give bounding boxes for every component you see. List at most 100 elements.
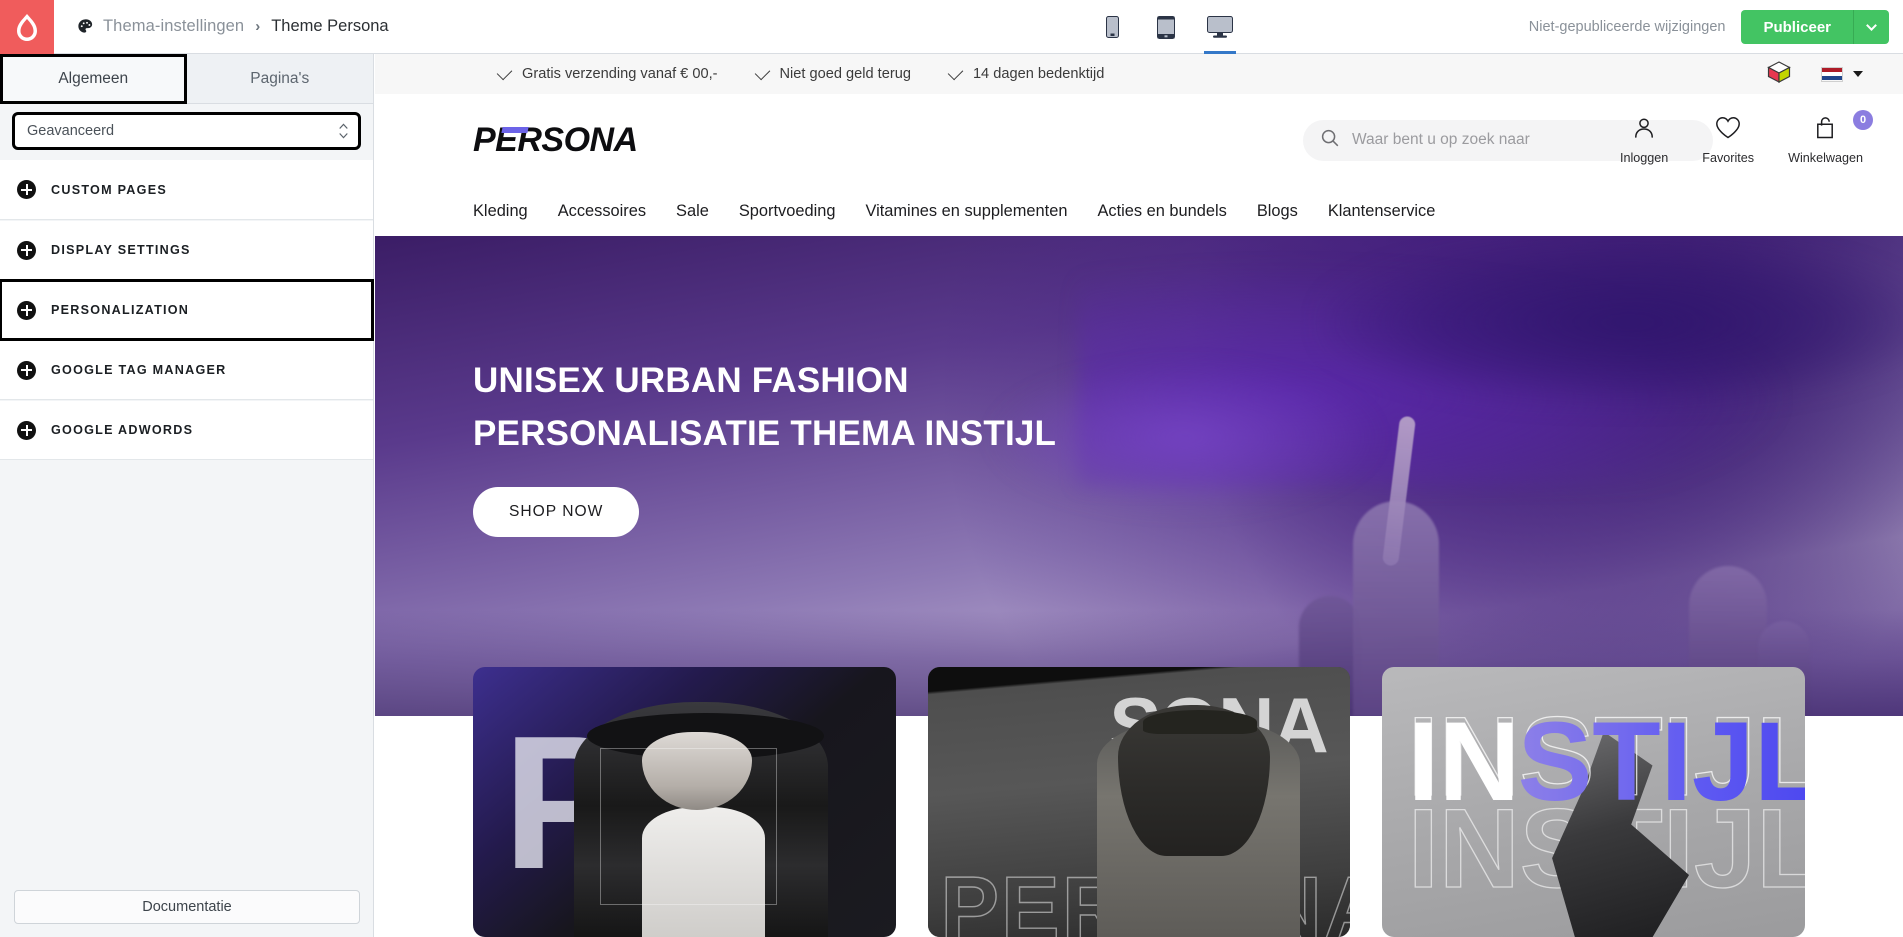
sidebar-section-label: PERSONALIZATION xyxy=(51,303,190,317)
device-tablet-button[interactable] xyxy=(1149,0,1183,54)
plus-circle-icon xyxy=(17,420,36,440)
feature-card-instijl[interactable]: INSTIJL INSTIJL IN STIJL xyxy=(1382,667,1806,937)
netherlands-flag-icon xyxy=(1821,66,1843,82)
account-icons: Inloggen Favorites 0 Winkelwagen xyxy=(1620,109,1873,165)
sidebar-tabs: Algemeen Pagina's xyxy=(0,54,373,104)
publish-dropdown-button[interactable] xyxy=(1853,10,1889,44)
cart-count-badge: 0 xyxy=(1853,109,1873,130)
theme-settings-sidebar: Algemeen Pagina's Geavanceerd CUSTOM PAG… xyxy=(0,54,374,937)
nav-item-acties-en-bundels[interactable]: Acties en bundels xyxy=(1097,202,1226,221)
device-desktop-button[interactable] xyxy=(1203,0,1237,54)
stepper-icon xyxy=(339,123,348,139)
tab-algemeen[interactable]: Algemeen xyxy=(0,54,187,104)
settings-scope-select[interactable]: Geavanceerd xyxy=(12,112,361,150)
store-logo-text: PERSONA xyxy=(473,120,638,159)
settings-scope-value: Geavanceerd xyxy=(27,123,115,139)
language-selector[interactable] xyxy=(1821,66,1863,82)
card-line-art-decoration xyxy=(599,748,778,905)
main-navigation: Kleding Accessoires Sale Sportvoeding Vi… xyxy=(375,186,1903,236)
check-icon xyxy=(496,64,513,81)
card-overlay-text-in: IN xyxy=(1407,699,1520,825)
lightspeed-flame-icon[interactable] xyxy=(0,0,54,54)
smoke-plume-decoration xyxy=(1322,240,1903,404)
cart-link[interactable]: 0 Winkelwagen xyxy=(1788,109,1873,165)
check-icon xyxy=(754,64,770,81)
hero-heading-line1: UNISEX URBAN FASHION xyxy=(473,361,909,400)
usp-item: Niet goed geld terug xyxy=(754,64,911,82)
shop-now-button[interactable]: SHOP NOW xyxy=(473,487,640,538)
user-icon xyxy=(1632,116,1656,145)
sidebar-section-google-tag-manager[interactable]: GOOGLE TAG MANAGER xyxy=(0,340,373,400)
sidebar-section-custom-pages[interactable]: CUSTOM PAGES xyxy=(0,160,373,220)
sidebar-section-label: CUSTOM PAGES xyxy=(51,182,167,197)
nav-item-klantenservice[interactable]: Klantenservice xyxy=(1328,202,1436,221)
palette-icon xyxy=(76,18,94,36)
plus-circle-icon xyxy=(17,300,36,320)
hero-copy: UNISEX URBAN FASHION PERSONALISATIE THEM… xyxy=(473,354,1056,538)
hero-banner: UNISEX URBAN FASHION PERSONALISATIE THEM… xyxy=(375,236,1903,716)
usp-label: 14 dagen bedenktijd xyxy=(972,66,1105,82)
breadcrumb-separator: › xyxy=(255,18,261,35)
model-cap xyxy=(1143,710,1258,735)
tab-paginas[interactable]: Pagina's xyxy=(186,54,373,104)
nav-item-blogs[interactable]: Blogs xyxy=(1257,202,1298,221)
usp-item: 14 dagen bedenktijd xyxy=(947,64,1105,82)
usp-bar-right xyxy=(1767,60,1863,88)
search-icon xyxy=(1321,129,1339,152)
publish-button-group: Publiceer xyxy=(1741,10,1889,44)
card-overlay-text-stijl: STIJL xyxy=(1518,706,1805,818)
favorites-link[interactable]: Favorites xyxy=(1702,116,1754,165)
documentation-wrapper: Documentatie xyxy=(0,890,374,924)
usp-label: Niet goed geld terug xyxy=(779,66,911,82)
usp-list: Gratis verzending vanaf € 00,- Niet goed… xyxy=(496,64,1105,82)
nav-item-sale[interactable]: Sale xyxy=(676,202,709,221)
breadcrumb: Thema-instellingen › Theme Persona xyxy=(54,17,389,36)
app-top-bar: Thema-instellingen › Theme Persona Niet-… xyxy=(0,0,1903,54)
sidebar-section-personalization[interactable]: PERSONALIZATION xyxy=(0,279,374,341)
chevron-down-icon xyxy=(1866,23,1877,31)
hero-heading: UNISEX URBAN FASHION PERSONALISATIE THEM… xyxy=(473,354,1056,460)
plus-circle-icon xyxy=(17,360,36,380)
feature-card-hat-model[interactable]: P xyxy=(473,667,896,937)
documentation-button[interactable]: Documentatie xyxy=(14,890,360,924)
cart-label: Winkelwagen xyxy=(1788,150,1863,165)
settings-scope-select-wrapper: Geavanceerd xyxy=(0,104,373,160)
sidebar-section-label: DISPLAY SETTINGS xyxy=(51,243,191,257)
login-link[interactable]: Inloggen xyxy=(1620,116,1668,165)
plus-circle-icon xyxy=(17,240,36,260)
settings-sections-list: CUSTOM PAGES DISPLAY SETTINGS PERSONALIZ… xyxy=(0,160,374,460)
feature-card-persona-wall[interactable]: SONA PERSONA xyxy=(927,667,1351,937)
device-preview-switcher xyxy=(1095,0,1237,54)
usp-bar: Gratis verzending vanaf € 00,- Niet goed… xyxy=(375,54,1903,94)
plus-circle-icon xyxy=(17,180,36,199)
login-label: Inloggen xyxy=(1619,150,1669,165)
topbar-actions: Niet-gepubliceerde wijzigingen Publiceer xyxy=(1529,0,1889,54)
feature-card-row: P SONA PERSONA INSTIJL INSTIJL IN STIJL xyxy=(375,667,1903,937)
heart-icon xyxy=(1715,116,1741,145)
nav-item-kleding[interactable]: Kleding xyxy=(473,202,528,221)
sidebar-section-label: GOOGLE TAG MANAGER xyxy=(51,363,227,377)
store-header: PERSONA Inloggen xyxy=(375,94,1903,186)
sidebar-section-display-settings[interactable]: DISPLAY SETTINGS xyxy=(0,220,373,280)
colored-box-icon[interactable] xyxy=(1767,60,1791,88)
breadcrumb-current: Theme Persona xyxy=(271,17,389,35)
hero-heading-line2: PERSONALISATIE THEMA INSTIJL xyxy=(473,414,1057,454)
unpublished-changes-label: Niet-gepubliceerde wijzigingen xyxy=(1528,19,1726,35)
favorites-label: Favorites xyxy=(1702,150,1755,165)
sidebar-section-label: GOOGLE ADWORDS xyxy=(51,423,194,437)
storefront-preview: Gratis verzending vanaf € 00,- Niet goed… xyxy=(375,54,1903,937)
device-mobile-button[interactable] xyxy=(1095,0,1129,54)
shopping-bag-icon xyxy=(1814,116,1838,145)
nav-item-sportvoeding[interactable]: Sportvoeding xyxy=(739,202,836,221)
breadcrumb-parent-link[interactable]: Thema-instellingen xyxy=(103,17,244,36)
usp-item: Gratis verzending vanaf € 00,- xyxy=(496,64,718,82)
logo-accent-bar xyxy=(501,126,529,133)
store-logo[interactable]: PERSONA xyxy=(473,121,638,160)
sidebar-section-google-adwords[interactable]: GOOGLE ADWORDS xyxy=(0,400,373,460)
caret-down-icon xyxy=(1853,71,1863,77)
usp-label: Gratis verzending vanaf € 00,- xyxy=(522,66,718,82)
check-icon xyxy=(947,64,964,81)
nav-item-accessoires[interactable]: Accessoires xyxy=(558,202,646,221)
publish-button[interactable]: Publiceer xyxy=(1741,10,1853,44)
nav-item-vitamines-en-supplementen[interactable]: Vitamines en supplementen xyxy=(865,202,1067,221)
